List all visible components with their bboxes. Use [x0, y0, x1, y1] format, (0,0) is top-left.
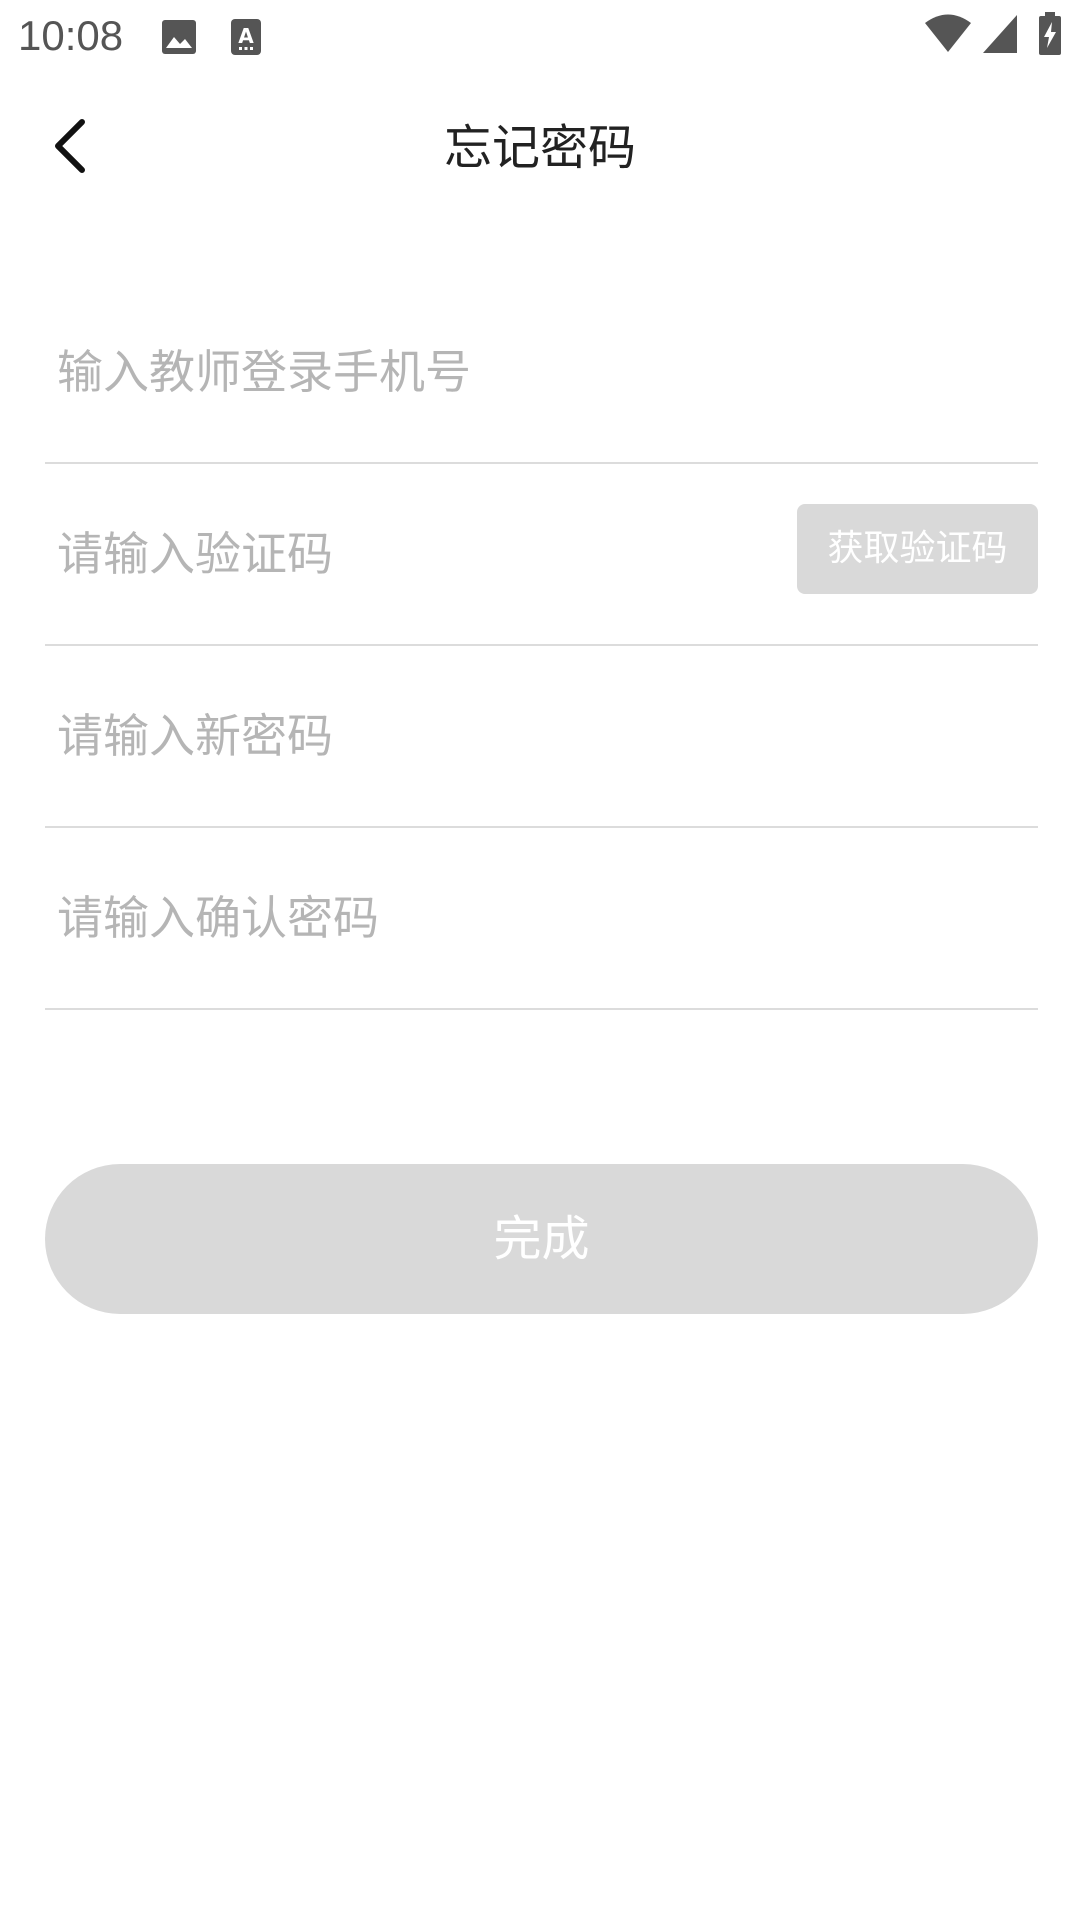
submit-button[interactable]: 完成 — [45, 1164, 1038, 1314]
verification-code-input[interactable] — [57, 514, 617, 594]
phone-input[interactable] — [57, 332, 757, 412]
svg-text:A: A — [238, 24, 254, 48]
confirm-password-row — [45, 828, 1038, 1010]
get-code-button[interactable]: 获取验证码 — [797, 504, 1038, 594]
wifi-icon — [924, 14, 972, 58]
new-password-input[interactable] — [57, 696, 757, 776]
new-password-row — [45, 646, 1038, 828]
keyboard-a-icon: A — [230, 18, 262, 60]
image-icon — [160, 18, 198, 60]
battery-charging-icon — [1038, 12, 1062, 60]
status-time: 10:08 — [18, 12, 124, 59]
phone-row — [45, 282, 1038, 464]
header: 忘记密码 — [0, 72, 1080, 222]
cell-signal-icon — [982, 14, 1018, 58]
page-title: 忘记密码 — [443, 120, 636, 176]
forgot-password-form: 获取验证码 — [45, 282, 1038, 1010]
status-bar: 10:08 A — [0, 0, 1080, 72]
confirm-password-input[interactable] — [57, 878, 757, 958]
code-row: 获取验证码 — [45, 464, 1038, 646]
